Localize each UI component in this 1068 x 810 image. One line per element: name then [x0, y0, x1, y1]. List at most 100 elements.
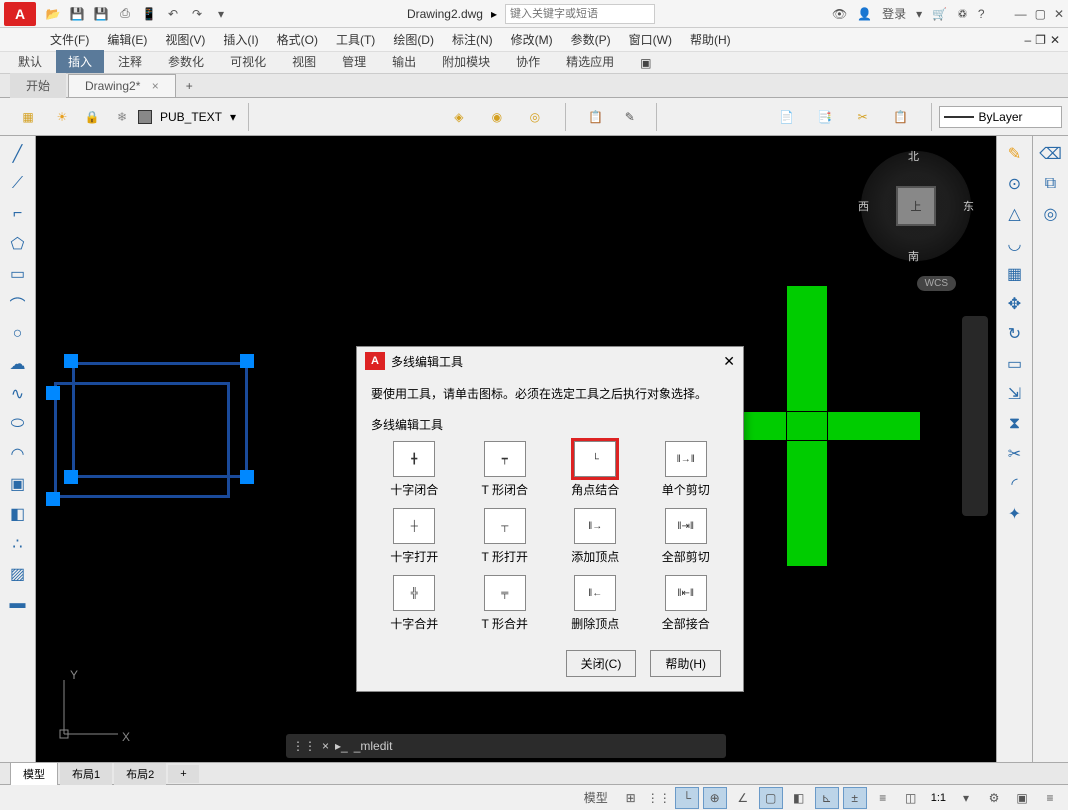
tab-insert[interactable]: 插入 [56, 50, 104, 73]
insert-block-icon[interactable]: 📋 [578, 101, 614, 133]
qat-more-icon[interactable]: ▾ [212, 5, 230, 23]
doc-restore-icon[interactable]: ❐ [1035, 33, 1046, 47]
ellipse-tool-icon[interactable]: ⬭ [3, 410, 33, 438]
cmd-handle-icon[interactable]: ⋮⋮ [292, 739, 316, 753]
scale-tool-icon[interactable]: ▭ [1000, 350, 1030, 378]
cut-icon[interactable]: ✂ [845, 101, 881, 133]
command-line[interactable]: ⋮⋮ × ▸_ _mledit [286, 734, 726, 758]
menu-format[interactable]: 格式(O) [277, 31, 318, 48]
status-max-icon[interactable]: ▣ [1010, 787, 1034, 809]
draw-trim-icon[interactable]: ◡ [1000, 230, 1030, 258]
line-tool-icon[interactable]: ╱ [3, 140, 33, 168]
menu-tools[interactable]: 工具(T) [336, 31, 375, 48]
menu-param[interactable]: 参数(P) [571, 31, 611, 48]
print-icon[interactable]: ⎙ [116, 5, 134, 23]
cart-icon[interactable]: 🛒 [932, 7, 947, 21]
mirror-tool-icon[interactable]: ⧗ [1000, 410, 1030, 438]
close-tab-icon[interactable]: × [152, 79, 159, 93]
menu-insert[interactable]: 插入(I) [223, 31, 258, 48]
status-lwt-icon[interactable]: ≡ [871, 787, 895, 809]
tab-default[interactable]: 默认 [6, 50, 54, 73]
undo-icon[interactable]: ↶ [164, 5, 182, 23]
tab-visualize[interactable]: 可视化 [218, 50, 278, 73]
wcs-badge[interactable]: WCS [917, 276, 956, 291]
cmd-close-icon[interactable]: × [322, 739, 329, 753]
paste-icon[interactable]: 📄 [769, 101, 805, 133]
file-tab-start[interactable]: 开始 [10, 73, 66, 98]
status-transparency-icon[interactable]: ◫ [899, 787, 923, 809]
status-snap-icon[interactable]: ⋮⋮ [647, 787, 671, 809]
status-grid-icon[interactable]: ⊞ [619, 787, 643, 809]
search-input[interactable] [505, 4, 655, 24]
layer-sun-icon[interactable]: ☀ [48, 103, 76, 131]
tool-corner-joint[interactable]: └角点结合 [560, 441, 631, 498]
mobile-icon[interactable]: 📱 [140, 5, 158, 23]
drawing-canvas[interactable]: 上 北 南 东 西 WCS [36, 136, 996, 762]
hatch-tool-icon[interactable]: ▨ [3, 560, 33, 588]
tab-manage[interactable]: 管理 [330, 50, 378, 73]
viewcube-south[interactable]: 南 [908, 248, 919, 264]
doc-min-icon[interactable]: – [1024, 33, 1031, 47]
tool-t-merge[interactable]: ╤T 形合并 [470, 575, 541, 632]
tab-collab[interactable]: 协作 [504, 50, 552, 73]
tab-output[interactable]: 输出 [380, 50, 428, 73]
share-icon[interactable]: ♽ [957, 7, 968, 21]
close-window-icon[interactable]: ✕ [1054, 7, 1064, 21]
doc-close-icon[interactable]: ✕ [1050, 33, 1060, 47]
dialog-help-button[interactable]: 帮助(H) [650, 650, 721, 677]
rectangle-tool-icon[interactable]: ▭ [3, 260, 33, 288]
tab-parametric[interactable]: 参数化 [156, 50, 216, 73]
tool-cross-open[interactable]: ┼十字打开 [379, 508, 450, 565]
status-osnap-icon[interactable]: ▢ [759, 787, 783, 809]
login-label[interactable]: 登录 [882, 5, 906, 22]
construction-line-icon[interactable]: ⟋ [3, 170, 33, 198]
menu-edit[interactable]: 编辑(E) [107, 31, 147, 48]
tool-cut-single[interactable]: ‖→‖单个剪切 [651, 441, 722, 498]
navigation-bar[interactable] [962, 316, 988, 516]
stretch-tool-icon[interactable]: ⇲ [1000, 380, 1030, 408]
tab-view[interactable]: 视图 [280, 50, 328, 73]
polygon-tool-icon[interactable]: ⬠ [3, 230, 33, 258]
help-icon[interactable]: ? [978, 7, 985, 21]
viewcube-top-face[interactable]: 上 [896, 186, 936, 226]
tool-t-open[interactable]: ┬T 形打开 [470, 508, 541, 565]
status-isodraft-icon[interactable]: ∠ [731, 787, 755, 809]
erase-tool-icon[interactable]: ⌫ [1036, 140, 1066, 168]
add-tab-button[interactable]: + [178, 77, 201, 95]
menu-dim[interactable]: 标注(N) [452, 31, 493, 48]
status-ortho-icon[interactable]: └ [675, 787, 699, 809]
tab-annotate[interactable]: 注释 [106, 50, 154, 73]
status-3dosnap-icon[interactable]: ◧ [787, 787, 811, 809]
layer-dropdown-icon[interactable]: ▾ [230, 110, 236, 124]
menu-modify[interactable]: 修改(M) [511, 31, 553, 48]
bylayer-dropdown[interactable]: ByLayer [939, 106, 1061, 128]
minimize-icon[interactable]: — [1015, 7, 1027, 21]
arc-tool-icon[interactable]: ⌒ [3, 290, 33, 318]
app-logo-icon[interactable]: A [4, 2, 36, 26]
layer-walk-icon[interactable]: ◎ [517, 101, 553, 133]
status-dyn-icon[interactable]: ± [843, 787, 867, 809]
layout-tab-1[interactable]: 布局1 [60, 763, 112, 785]
grip-icon[interactable] [240, 470, 254, 484]
block-insert-icon[interactable]: ▣ [3, 470, 33, 498]
spline-tool-icon[interactable]: ∿ [3, 380, 33, 408]
grip-icon[interactable] [46, 492, 60, 506]
layout-tab-2[interactable]: 布局2 [114, 763, 166, 785]
menu-draw[interactable]: 绘图(D) [393, 31, 434, 48]
menu-window[interactable]: 窗口(W) [629, 31, 672, 48]
copy-tool-icon[interactable]: ⧉ [1036, 170, 1066, 198]
offset-tool-icon[interactable]: ◎ [1036, 200, 1066, 228]
layout-tab-add[interactable]: + [168, 765, 198, 783]
draw-line-icon[interactable]: ✎ [1000, 140, 1030, 168]
make-block-icon[interactable]: ◧ [3, 500, 33, 528]
layer-color-swatch[interactable] [138, 110, 152, 124]
tool-t-closed[interactable]: ┯T 形闭合 [470, 441, 541, 498]
redo-icon[interactable]: ↷ [188, 5, 206, 23]
dialog-close-icon[interactable]: ✕ [723, 353, 735, 370]
viewcube-north[interactable]: 北 [908, 148, 919, 164]
draw-array-icon[interactable]: ▦ [1000, 260, 1030, 288]
tool-weld-all[interactable]: ‖⇤‖全部接合 [651, 575, 722, 632]
edit-block-icon[interactable]: ✎ [616, 103, 644, 131]
layout-tab-model[interactable]: 模型 [10, 762, 58, 785]
status-polar-icon[interactable]: ⊕ [703, 787, 727, 809]
